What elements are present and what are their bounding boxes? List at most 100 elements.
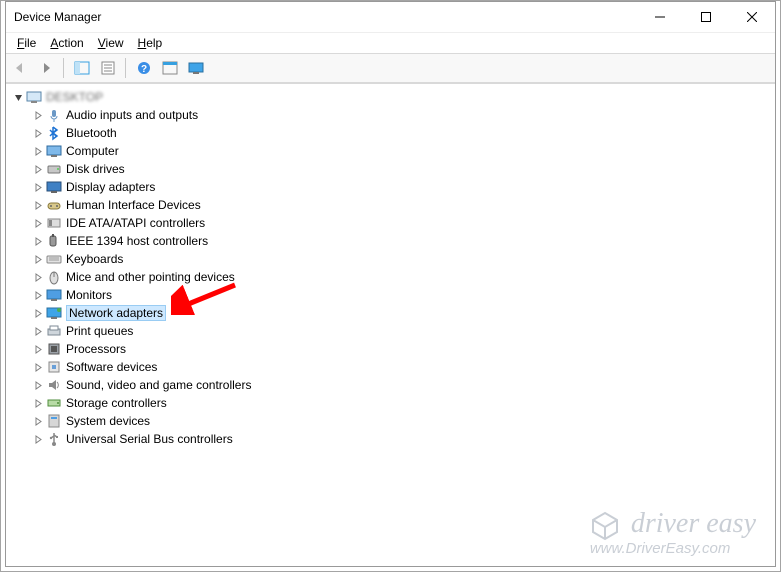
forward-button[interactable]	[34, 56, 58, 80]
audio-icon	[46, 107, 62, 123]
tree-item-usb[interactable]: Universal Serial Bus controllers	[6, 430, 775, 448]
chevron-right-icon[interactable]	[32, 433, 44, 445]
usb-icon	[46, 431, 62, 447]
chevron-right-icon[interactable]	[32, 199, 44, 211]
tree-root[interactable]: DESKTOP	[6, 88, 775, 106]
tree-item-storage[interactable]: Storage controllers	[6, 394, 775, 412]
properties-button[interactable]	[96, 56, 120, 80]
window-title: Device Manager	[14, 10, 101, 24]
chevron-right-icon[interactable]	[32, 271, 44, 283]
chevron-right-icon[interactable]	[32, 181, 44, 193]
chevron-right-icon[interactable]	[32, 253, 44, 265]
tree-item-network[interactable]: Network adapters	[6, 304, 775, 322]
menubar: File Action View Help	[6, 33, 775, 53]
keyboard-icon	[46, 251, 62, 267]
sound-icon	[46, 377, 62, 393]
watermark-url: www.DriverEasy.com	[590, 541, 756, 558]
root-label: DESKTOP	[46, 90, 103, 104]
tree-item-printq[interactable]: Print queues	[6, 322, 775, 340]
menu-view[interactable]: View	[91, 34, 131, 52]
chevron-right-icon[interactable]	[32, 145, 44, 157]
toolbar: ?	[6, 53, 775, 83]
menu-file[interactable]: File	[10, 34, 43, 52]
tree-item-disk[interactable]: Disk drives	[6, 160, 775, 178]
tree-item-ieee1394[interactable]: IEEE 1394 host controllers	[6, 232, 775, 250]
cpu-icon	[46, 341, 62, 357]
menu-action[interactable]: Action	[43, 34, 90, 52]
tree-item-label: System devices	[66, 414, 150, 428]
monitor-icon	[46, 287, 62, 303]
chevron-right-icon[interactable]	[32, 397, 44, 409]
chevron-right-icon[interactable]	[32, 325, 44, 337]
chevron-right-icon[interactable]	[32, 379, 44, 391]
printq-icon	[46, 323, 62, 339]
scan-hardware-button[interactable]	[158, 56, 182, 80]
softdev-icon	[46, 359, 62, 375]
tree-item-label: Software devices	[66, 360, 157, 374]
toolbar-separator	[63, 58, 65, 78]
minimize-button[interactable]	[637, 2, 683, 32]
tree-item-label: Monitors	[66, 288, 112, 302]
watermark: driver easy www.DriverEasy.com	[590, 509, 756, 557]
ieee1394-icon	[46, 233, 62, 249]
tree-item-label: Display adapters	[66, 180, 155, 194]
network-icon	[46, 305, 62, 321]
chevron-right-icon[interactable]	[32, 361, 44, 373]
device-tree[interactable]: DESKTOP Audio inputs and outputs Bluetoot…	[6, 83, 775, 566]
bluetooth-icon	[46, 125, 62, 141]
tree-item-label: IDE ATA/ATAPI controllers	[66, 216, 205, 230]
tree-item-label: Storage controllers	[66, 396, 167, 410]
show-hide-tree-button[interactable]	[70, 56, 94, 80]
toolbar-separator	[125, 58, 127, 78]
tree-item-label: Computer	[66, 144, 119, 158]
disk-icon	[46, 161, 62, 177]
chevron-right-icon[interactable]	[32, 307, 44, 319]
tree-item-system[interactable]: System devices	[6, 412, 775, 430]
storage-icon	[46, 395, 62, 411]
tree-item-display[interactable]: Display adapters	[6, 178, 775, 196]
tree-item-label: Audio inputs and outputs	[66, 108, 198, 122]
hid-icon	[46, 197, 62, 213]
tree-item-audio[interactable]: Audio inputs and outputs	[6, 106, 775, 124]
tree-item-computer[interactable]: Computer	[6, 142, 775, 160]
tree-item-label: Disk drives	[66, 162, 125, 176]
device-manager-window: Device Manager File Action View Help	[5, 1, 776, 567]
tree-item-keyboard[interactable]: Keyboards	[6, 250, 775, 268]
chevron-right-icon[interactable]	[32, 235, 44, 247]
menu-help[interactable]: Help	[131, 34, 170, 52]
tree-item-mouse[interactable]: Mice and other pointing devices	[6, 268, 775, 286]
tree-item-label: Keyboards	[66, 252, 123, 266]
chevron-right-icon[interactable]	[32, 127, 44, 139]
chevron-right-icon[interactable]	[32, 109, 44, 121]
display-mode-button[interactable]	[184, 56, 208, 80]
chevron-down-icon[interactable]	[12, 91, 24, 103]
tree-item-cpu[interactable]: Processors	[6, 340, 775, 358]
tree-item-softdev[interactable]: Software devices	[6, 358, 775, 376]
chevron-right-icon[interactable]	[32, 217, 44, 229]
tree-item-hid[interactable]: Human Interface Devices	[6, 196, 775, 214]
chevron-right-icon[interactable]	[32, 343, 44, 355]
watermark-brand: driver easy	[631, 508, 756, 539]
tree-item-monitor[interactable]: Monitors	[6, 286, 775, 304]
tree-item-ide[interactable]: IDE ATA/ATAPI controllers	[6, 214, 775, 232]
titlebar: Device Manager	[6, 2, 775, 33]
help-button[interactable]: ?	[132, 56, 156, 80]
maximize-button[interactable]	[683, 2, 729, 32]
chevron-right-icon[interactable]	[32, 289, 44, 301]
tree-item-sound[interactable]: Sound, video and game controllers	[6, 376, 775, 394]
computer-icon	[26, 89, 42, 105]
tree-item-label: IEEE 1394 host controllers	[66, 234, 208, 248]
chevron-right-icon[interactable]	[32, 163, 44, 175]
display-icon	[46, 179, 62, 195]
chevron-right-icon[interactable]	[32, 415, 44, 427]
back-button[interactable]	[8, 56, 32, 80]
tree-item-bluetooth[interactable]: Bluetooth	[6, 124, 775, 142]
tree-item-label: Processors	[66, 342, 126, 356]
tree-item-label: Human Interface Devices	[66, 198, 201, 212]
tree-item-label: Universal Serial Bus controllers	[66, 432, 233, 446]
close-button[interactable]	[729, 2, 775, 32]
system-icon	[46, 413, 62, 429]
computer-icon	[46, 143, 62, 159]
tree-item-label: Sound, video and game controllers	[66, 378, 251, 392]
tree-item-label: Mice and other pointing devices	[66, 270, 235, 284]
